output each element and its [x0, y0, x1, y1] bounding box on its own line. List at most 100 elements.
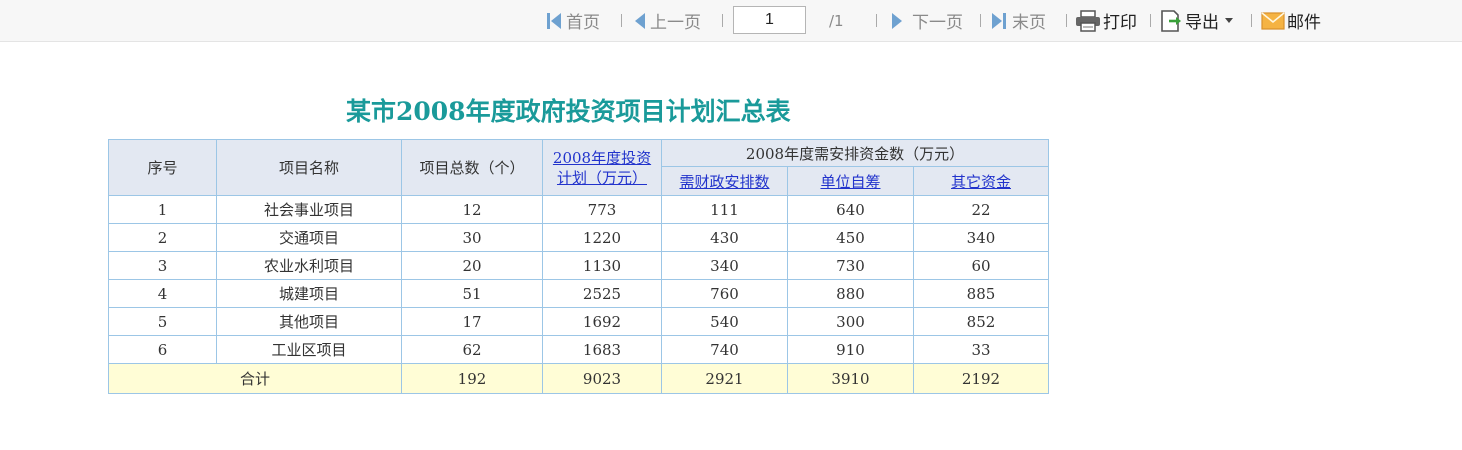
print-label: 打印	[1103, 13, 1137, 33]
report-title: 某市2008年度政府投资项目计划汇总表	[346, 97, 791, 126]
print-button[interactable]: 打印	[1075, 0, 1137, 41]
next-page-icon	[892, 12, 902, 29]
header-investment-plan[interactable]: 2008年度投资 计划（万元）	[542, 139, 662, 196]
total-other: 2192	[913, 363, 1049, 394]
mail-button[interactable]: 邮件	[1261, 0, 1321, 41]
cell-self: 640	[787, 195, 914, 224]
header-investment-plan-line2[interactable]: 计划（万元）	[557, 169, 647, 187]
total-fiscal: 2921	[661, 363, 788, 394]
header-funds-group: 2008年度需安排资金数（万元）	[661, 139, 1049, 167]
toolbar-divider	[722, 14, 723, 27]
last-page-button[interactable]: 末页	[992, 0, 1046, 41]
cell-plan: 773	[542, 195, 662, 224]
toolbar-divider	[876, 14, 877, 27]
header-investment-plan-line1[interactable]: 2008年度投资	[553, 149, 651, 167]
first-page-label: 首页	[566, 13, 600, 33]
cell-count: 12	[401, 195, 543, 224]
export-icon	[1161, 9, 1181, 32]
printer-icon	[1076, 9, 1100, 32]
cell-count: 30	[401, 223, 543, 252]
cell-name: 城建项目	[216, 279, 402, 308]
cell-count: 62	[401, 335, 543, 364]
cell-other: 852	[913, 307, 1049, 336]
cell-other: 22	[913, 195, 1049, 224]
table-row: 4 城建项目 51 2525 760 880 885	[108, 279, 1049, 308]
table-row: 3 农业水利项目 20 1130 340 730 60	[108, 251, 1049, 280]
report-table: 序号 项目名称 项目总数（个） 2008年度投资 计划（万元） 2008年度需安…	[108, 139, 1049, 394]
cell-count: 51	[401, 279, 543, 308]
cell-self: 300	[787, 307, 914, 336]
cell-name: 社会事业项目	[216, 195, 402, 224]
cell-self: 730	[787, 251, 914, 280]
toolbar-divider	[1150, 14, 1151, 27]
cell-plan: 1692	[542, 307, 662, 336]
cell-fiscal: 740	[661, 335, 788, 364]
cell-count: 17	[401, 307, 543, 336]
last-page-icon	[992, 12, 1002, 29]
header-fiscal-link[interactable]: 需财政安排数	[679, 173, 769, 191]
header-fiscal[interactable]: 需财政安排数	[661, 166, 788, 196]
cell-name: 农业水利项目	[216, 251, 402, 280]
cell-count: 20	[401, 251, 543, 280]
first-page-icon	[547, 12, 550, 29]
total-self: 3910	[787, 363, 914, 394]
cell-plan: 1683	[542, 335, 662, 364]
cell-plan: 2525	[542, 279, 662, 308]
cell-fiscal: 430	[661, 223, 788, 252]
last-page-label: 末页	[1012, 13, 1046, 33]
table-row: 2 交通项目 30 1220 430 450 340	[108, 223, 1049, 252]
mail-label: 邮件	[1287, 13, 1321, 33]
cell-fiscal: 760	[661, 279, 788, 308]
prev-page-button[interactable]: 上一页	[635, 0, 701, 41]
export-label: 导出	[1185, 13, 1219, 33]
cell-plan: 1130	[542, 251, 662, 280]
total-pages-label: /1	[829, 11, 844, 30]
report-toolbar: 首页 上一页 /1 下一页 末页 打印 导出	[0, 0, 1462, 42]
cell-name: 其他项目	[216, 307, 402, 336]
cell-other: 340	[913, 223, 1049, 252]
cell-seq: 2	[108, 223, 217, 252]
cell-seq: 1	[108, 195, 217, 224]
cell-self: 450	[787, 223, 914, 252]
total-label: 合计	[108, 363, 402, 394]
toolbar-divider	[1251, 14, 1252, 27]
header-seq: 序号	[108, 139, 217, 196]
cell-seq: 6	[108, 335, 217, 364]
page-number-input[interactable]	[733, 6, 806, 34]
total-row: 合计 192 9023 2921 3910 2192	[108, 363, 1049, 394]
header-project-name: 项目名称	[216, 139, 402, 196]
toolbar-divider	[621, 14, 622, 27]
cell-fiscal: 340	[661, 251, 788, 280]
table-row: 1 社会事业项目 12 773 111 640 22	[108, 195, 1049, 224]
cell-seq: 3	[108, 251, 217, 280]
cell-fiscal: 540	[661, 307, 788, 336]
cell-self: 880	[787, 279, 914, 308]
header-other-funds[interactable]: 其它资金	[913, 166, 1049, 196]
prev-page-icon	[635, 12, 645, 29]
cell-other: 33	[913, 335, 1049, 364]
first-page-button[interactable]: 首页	[547, 0, 600, 41]
cell-name: 交通项目	[216, 223, 402, 252]
cell-other: 60	[913, 251, 1049, 280]
cell-fiscal: 111	[661, 195, 788, 224]
header-self-raised-link[interactable]: 单位自筹	[820, 173, 880, 191]
export-button[interactable]: 导出	[1159, 0, 1233, 41]
cell-name: 工业区项目	[216, 335, 402, 364]
cell-other: 885	[913, 279, 1049, 308]
total-count: 192	[401, 363, 543, 394]
next-page-button[interactable]: 下一页	[892, 0, 963, 41]
header-project-count: 项目总数（个）	[401, 139, 543, 196]
mail-icon	[1261, 11, 1285, 30]
toolbar-divider	[1066, 14, 1067, 27]
header-self-raised[interactable]: 单位自筹	[787, 166, 914, 196]
cell-seq: 5	[108, 307, 217, 336]
chevron-down-icon	[1225, 18, 1233, 23]
header-other-funds-link[interactable]: 其它资金	[951, 173, 1011, 191]
toolbar-divider	[980, 14, 981, 27]
table-row: 5 其他项目 17 1692 540 300 852	[108, 307, 1049, 336]
cell-plan: 1220	[542, 223, 662, 252]
cell-self: 910	[787, 335, 914, 364]
total-plan: 9023	[542, 363, 662, 394]
next-page-label: 下一页	[912, 13, 963, 33]
prev-page-label: 上一页	[650, 13, 701, 33]
